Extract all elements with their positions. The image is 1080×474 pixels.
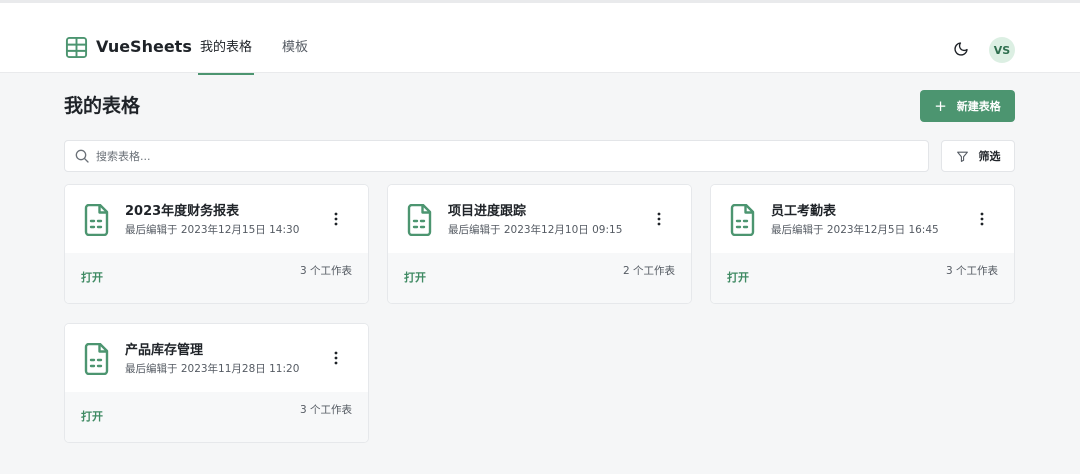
- moon-icon[interactable]: [953, 41, 969, 57]
- sheet-count: 3 个工作表: [299, 404, 352, 416]
- search-icon: [75, 149, 89, 163]
- more-vertical-icon[interactable]: [650, 210, 668, 228]
- new-sheet-label: 新建表格: [956, 100, 1001, 113]
- avatar[interactable]: VS: [989, 37, 1015, 63]
- open-sheet-link[interactable]: 打开: [727, 271, 749, 285]
- app-name[interactable]: VueSheets: [96, 37, 192, 57]
- top-header: VueSheets 我的表格 模板 VS: [0, 0, 1080, 75]
- sheet-title[interactable]: 项目进度跟踪: [448, 203, 526, 221]
- filter-icon: [956, 151, 968, 162]
- tab-my-sheets[interactable]: 我的表格: [198, 39, 254, 75]
- card-header: 2023年度财务报表 最后编辑于 2023年12月15日 14:30: [65, 185, 368, 253]
- sheet-last-edited: 最后编辑于 2023年11月28日 11:20: [125, 363, 300, 375]
- sheet-last-edited: 最后编辑于 2023年12月10日 09:15: [448, 224, 623, 236]
- sheet-count: 3 个工作表: [299, 265, 352, 277]
- sheet-count: 3 个工作表: [945, 265, 998, 277]
- card-footer: [711, 253, 1014, 303]
- card-footer: [65, 392, 368, 442]
- sheet-count: 2 个工作表: [622, 265, 675, 277]
- sheet-title[interactable]: 产品库存管理: [125, 342, 203, 360]
- spreadsheet-file-icon: [407, 204, 432, 236]
- open-sheet-link[interactable]: 打开: [81, 271, 103, 285]
- sheet-card[interactable]: 项目进度跟踪 最后编辑于 2023年12月10日 09:15 打开 2 个工作表: [387, 184, 692, 304]
- search-input[interactable]: [96, 147, 896, 165]
- sheet-card[interactable]: 产品库存管理 最后编辑于 2023年11月28日 11:20 打开 3 个工作表: [64, 323, 369, 443]
- sheet-title[interactable]: 员工考勤表: [771, 203, 836, 221]
- page-title: 我的表格: [64, 95, 141, 117]
- more-vertical-icon[interactable]: [973, 210, 991, 228]
- plus-icon: +: [934, 96, 947, 115]
- filter-label: 筛选: [978, 150, 1001, 163]
- search-box: [64, 140, 929, 172]
- more-vertical-icon[interactable]: [327, 210, 345, 228]
- filter-button[interactable]: 筛选: [941, 140, 1015, 172]
- card-footer: [388, 253, 691, 303]
- card-header: 项目进度跟踪 最后编辑于 2023年12月10日 09:15: [388, 185, 691, 253]
- spreadsheet-file-icon: [84, 204, 109, 236]
- sheet-last-edited: 最后编辑于 2023年12月15日 14:30: [125, 224, 300, 236]
- card-header: 产品库存管理 最后编辑于 2023年11月28日 11:20: [65, 324, 368, 392]
- spreadsheet-file-icon: [730, 204, 755, 236]
- sheet-card[interactable]: 2023年度财务报表 最后编辑于 2023年12月15日 14:30 打开 3 …: [64, 184, 369, 304]
- sheet-card[interactable]: 员工考勤表 最后编辑于 2023年12月5日 16:45 打开 3 个工作表: [710, 184, 1015, 304]
- more-vertical-icon[interactable]: [327, 349, 345, 367]
- card-footer: [65, 253, 368, 303]
- card-header: 员工考勤表 最后编辑于 2023年12月5日 16:45: [711, 185, 1014, 253]
- sheet-last-edited: 最后编辑于 2023年12月5日 16:45: [771, 224, 939, 236]
- open-sheet-link[interactable]: 打开: [81, 410, 103, 424]
- sheet-title[interactable]: 2023年度财务报表: [125, 203, 239, 221]
- new-sheet-button[interactable]: + 新建表格: [920, 90, 1015, 122]
- spreadsheet-file-icon: [84, 343, 109, 375]
- tab-templates[interactable]: 模板: [282, 39, 308, 57]
- open-sheet-link[interactable]: 打开: [404, 271, 426, 285]
- table-grid-icon: [65, 36, 88, 59]
